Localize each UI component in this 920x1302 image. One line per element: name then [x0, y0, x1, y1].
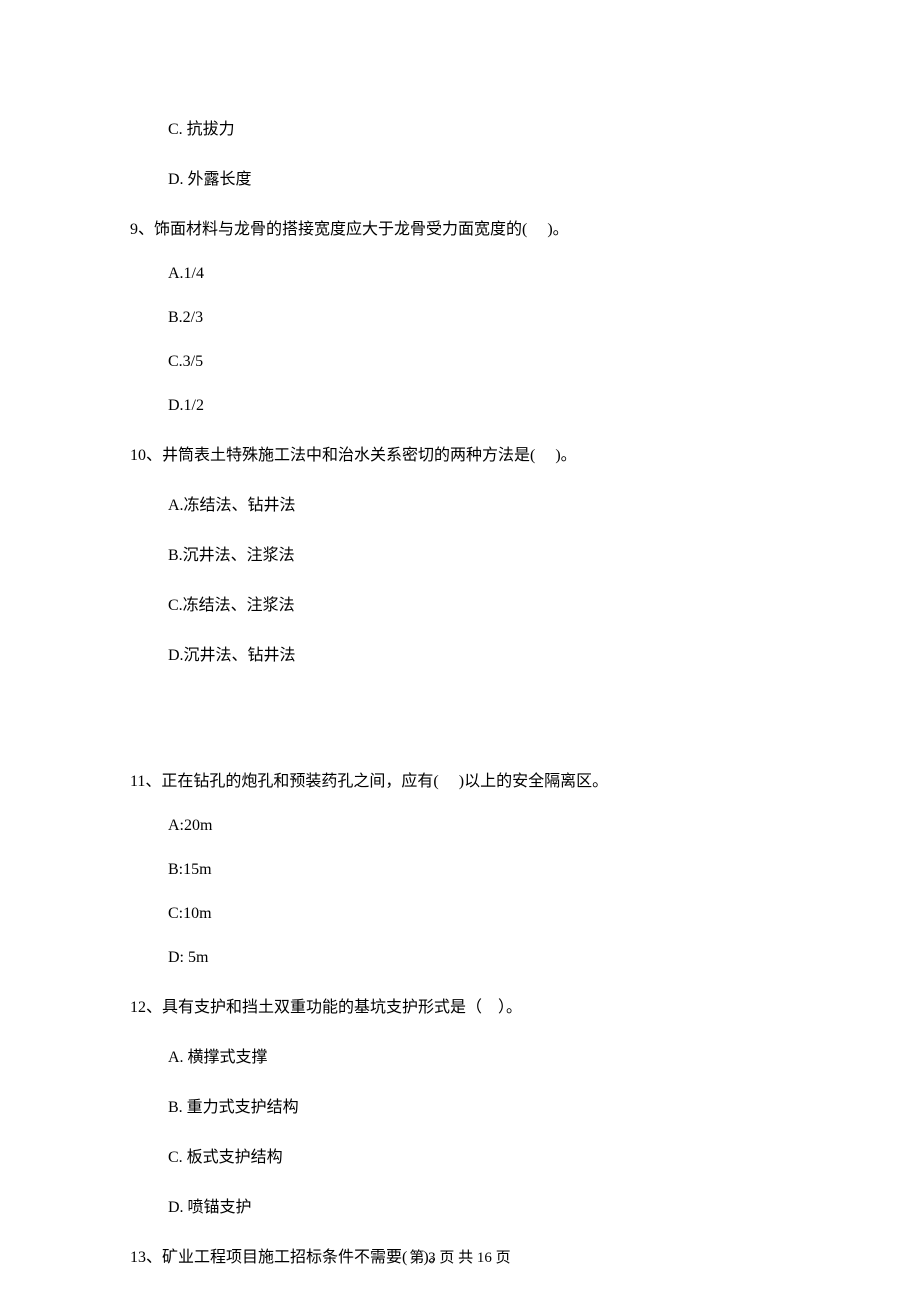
question-12-option-a: A. 横撑式支撑: [130, 1043, 790, 1067]
prev-option-d: D. 外露长度: [130, 165, 790, 189]
question-12-stem: 12、具有支护和挡土双重功能的基坑支护形式是（ ）。: [130, 993, 790, 1017]
question-12-option-b: B. 重力式支护结构: [130, 1093, 790, 1117]
question-10-stem: 10、井筒表土特殊施工法中和治水关系密切的两种方法是( )。: [130, 441, 790, 465]
prev-option-c: C. 抗拔力: [130, 115, 790, 139]
question-11-option-a: A:20m: [130, 817, 790, 835]
page-footer: 第 3 页 共 16 页: [0, 1246, 920, 1267]
question-10-option-a: A.冻结法、钻井法: [130, 491, 790, 515]
question-11-option-c: C:10m: [130, 905, 790, 923]
question-10-option-c: C.冻结法、注浆法: [130, 591, 790, 615]
question-9-option-a: A.1/4: [130, 265, 790, 283]
question-11-option-b: B:15m: [130, 861, 790, 879]
question-9-option-d: D.1/2: [130, 397, 790, 415]
question-11-stem: 11、正在钻孔的炮孔和预装药孔之间，应有( )以上的安全隔离区。: [130, 767, 790, 791]
question-12-option-c: C. 板式支护结构: [130, 1143, 790, 1167]
question-11-option-d: D: 5m: [130, 949, 790, 967]
question-10-option-d: D.沉井法、钻井法: [130, 641, 790, 665]
question-9-option-c: C.3/5: [130, 353, 790, 371]
question-9-option-b: B.2/3: [130, 309, 790, 327]
section-gap: [130, 691, 790, 767]
page-content: C. 抗拔力 D. 外露长度 9、饰面材料与龙骨的搭接宽度应大于龙骨受力面宽度的…: [0, 0, 920, 1267]
question-12-option-d: D. 喷锚支护: [130, 1193, 790, 1217]
question-10-option-b: B.沉井法、注浆法: [130, 541, 790, 565]
question-9-stem: 9、饰面材料与龙骨的搭接宽度应大于龙骨受力面宽度的( )。: [130, 215, 790, 239]
